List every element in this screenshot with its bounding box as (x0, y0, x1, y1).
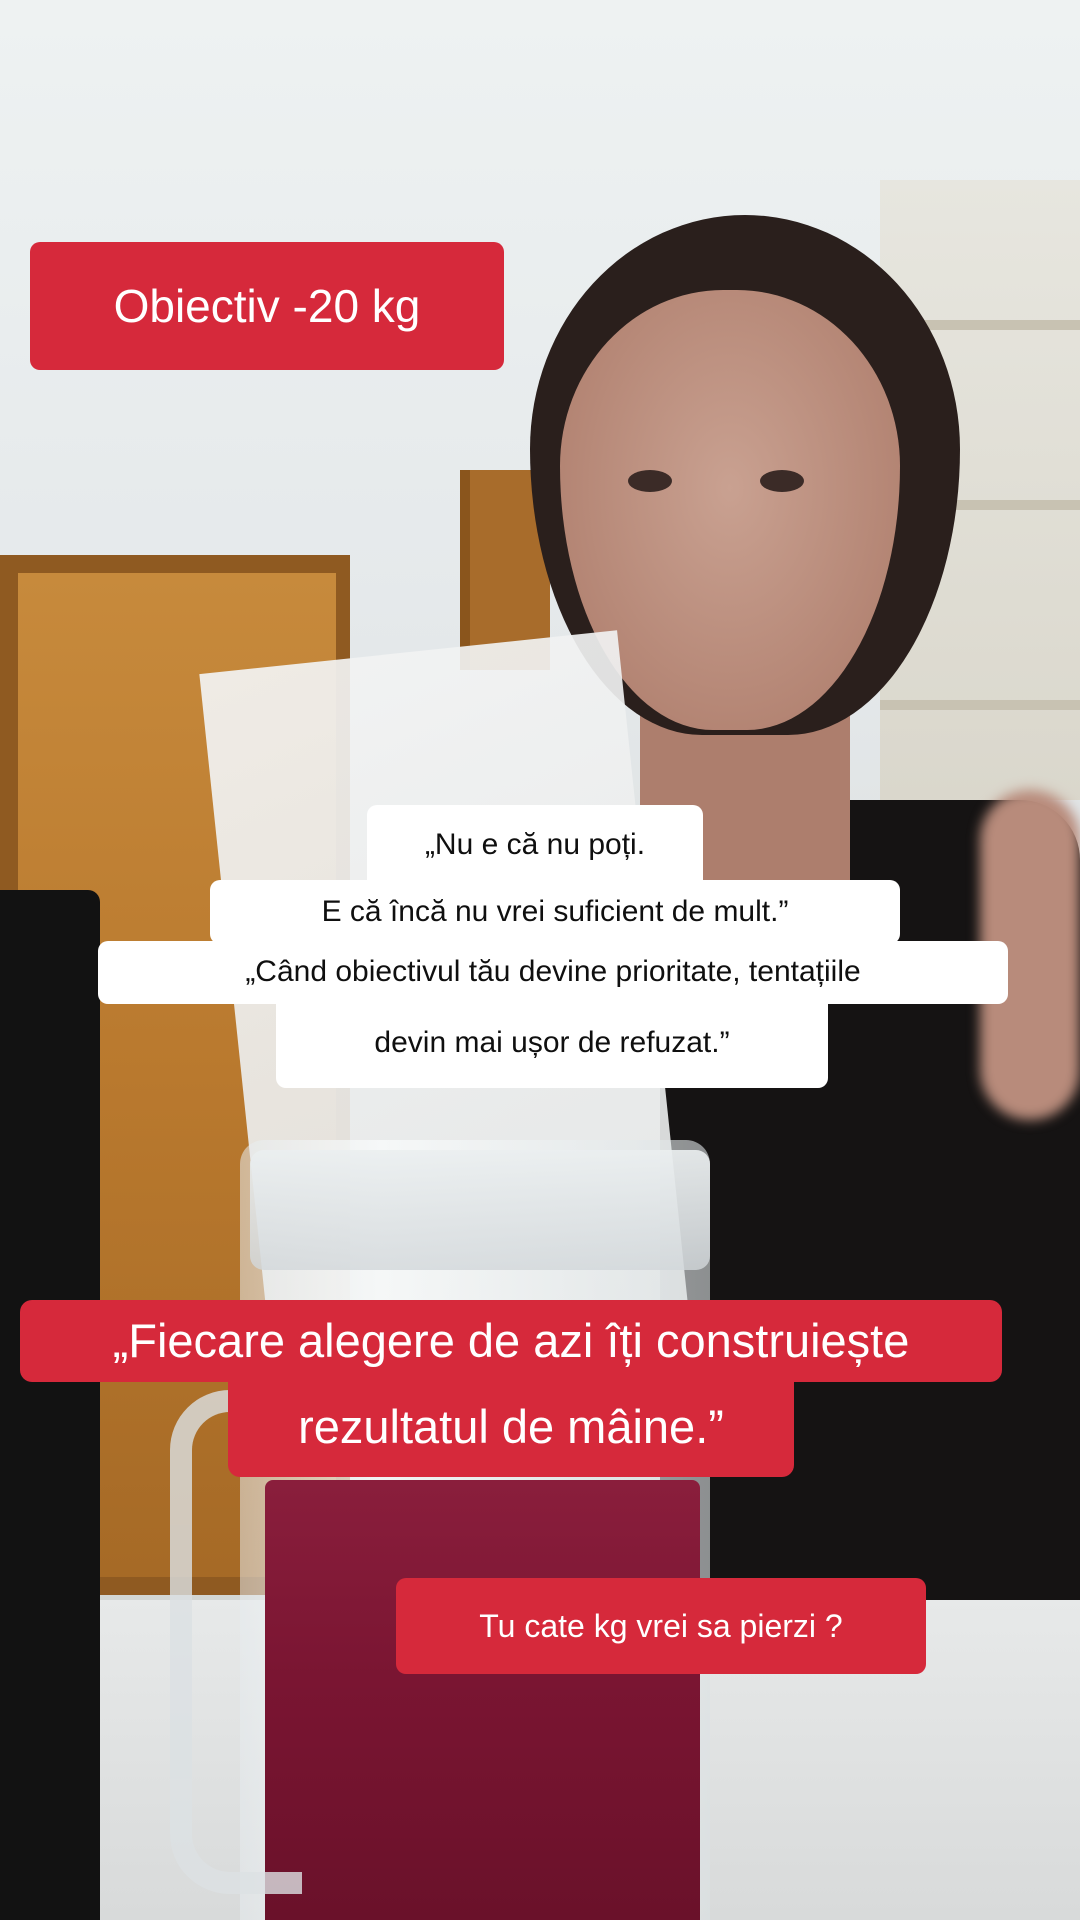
quote-line: „Nu e că nu poți. (367, 805, 703, 882)
video-frame[interactable]: Obiectiv -20 kg „Nu e că nu poți. E că î… (0, 0, 1080, 1920)
jar-lid (250, 1150, 710, 1270)
goal-badge: Obiectiv -20 kg (30, 242, 504, 370)
quote-line: „Când obiectivul tău devine prioritate, … (98, 941, 1008, 1004)
shelf-board (880, 700, 1080, 710)
main-quote-line: rezultatul de mâine.” (228, 1382, 794, 1477)
person-eye (760, 470, 804, 492)
blender-base (0, 890, 100, 1920)
person-eye (628, 470, 672, 492)
question-badge: Tu cate kg vrei sa pierzi ? (396, 1578, 926, 1674)
quote-line: devin mai ușor de refuzat.” (276, 1002, 828, 1088)
quote-line: E că încă nu vrei suficient de mult.” (210, 880, 900, 944)
red-smoothie (265, 1480, 700, 1920)
main-quote-line: „Fiecare alegere de azi îți construiește (20, 1300, 1002, 1382)
